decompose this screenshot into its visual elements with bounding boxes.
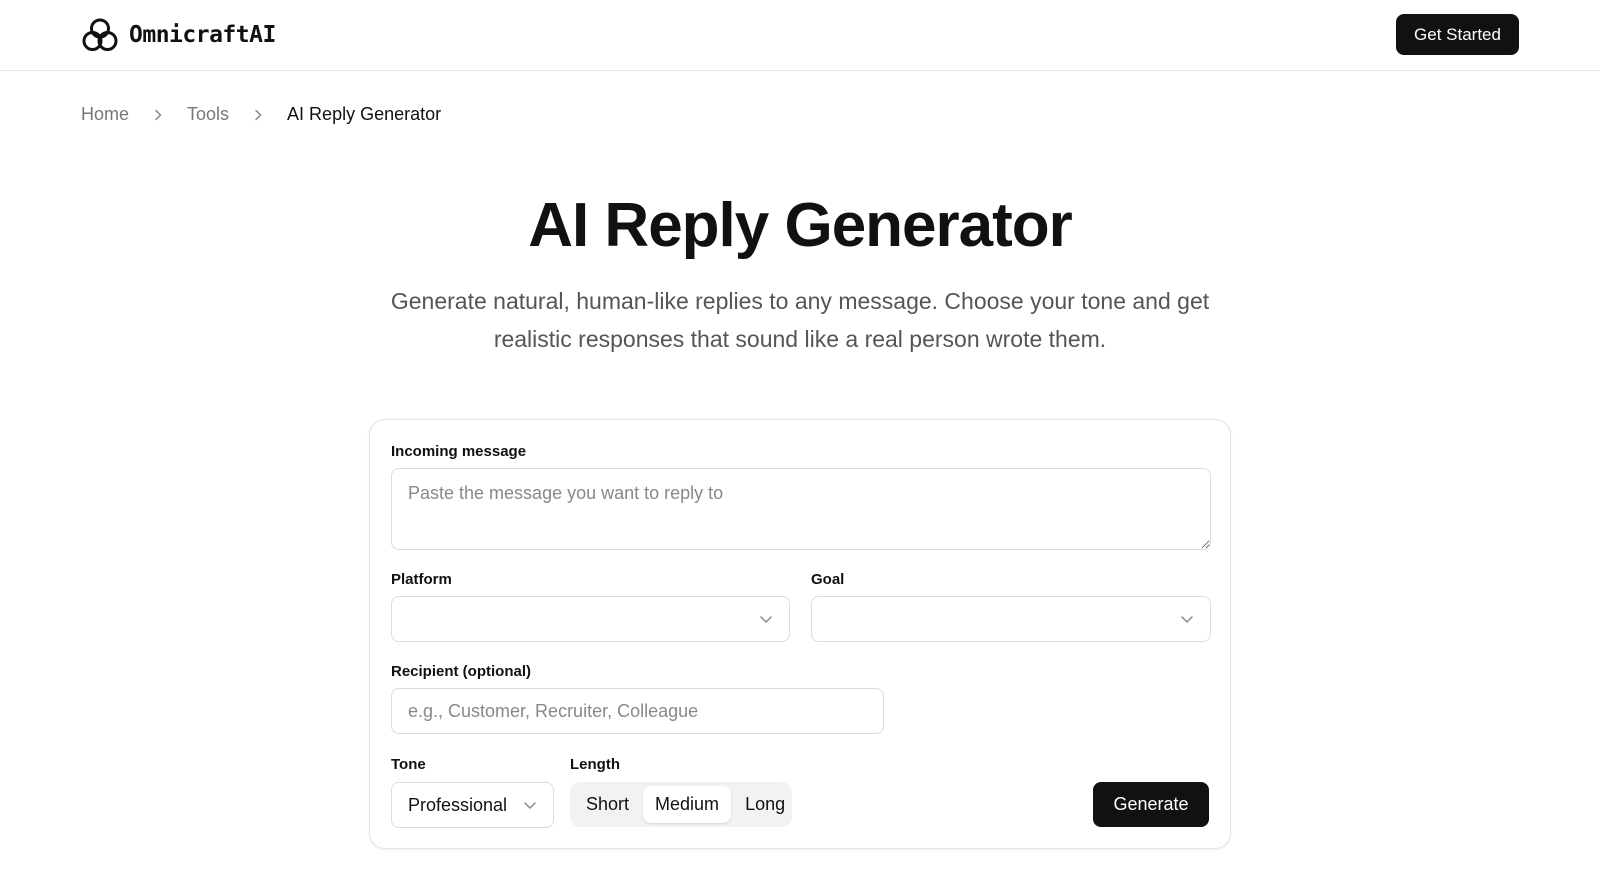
generate-button[interactable]: Generate (1093, 782, 1209, 827)
tone-label: Tone (391, 756, 426, 773)
tone-select[interactable]: Professional (391, 782, 554, 828)
chevron-down-icon (524, 802, 536, 809)
top-navbar: OmnicraftAI Get Started (0, 0, 1600, 71)
length-option-long[interactable]: Long (733, 786, 797, 823)
breadcrumb-current: AI Reply Generator (287, 104, 442, 124)
tone-value: Professional (408, 794, 508, 815)
brand-name: OmnicraftAI (129, 22, 276, 48)
breadcrumb: Home Tools AI Reply Generator (81, 104, 441, 125)
breadcrumb-tools[interactable]: Tools (187, 104, 229, 125)
length-option-medium[interactable]: Medium (643, 786, 732, 823)
recipient-input[interactable] (391, 688, 884, 734)
get-started-button[interactable]: Get Started (1396, 14, 1519, 55)
page-title: AI Reply Generator (528, 191, 1073, 260)
chevron-right-icon (143, 106, 173, 124)
chevron-down-icon (1181, 616, 1193, 623)
length-segmented-control: Short Medium Long (570, 782, 792, 827)
page-subtitle: Generate natural, human-like replies to … (390, 288, 1210, 352)
breadcrumb-home[interactable]: Home (81, 104, 129, 125)
length-option-short[interactable]: Short (574, 786, 641, 823)
length-label: Length (570, 756, 620, 773)
incoming-message-label: Incoming message (391, 443, 527, 460)
brand[interactable]: OmnicraftAI (81, 17, 276, 53)
platform-select[interactable] (391, 596, 790, 642)
goal-select[interactable] (811, 596, 1211, 642)
chevron-down-icon (760, 616, 772, 623)
recipient-label: Recipient (optional) (391, 663, 531, 680)
goal-label: Goal (811, 571, 845, 588)
interlocking-rings-logo-icon (82, 18, 118, 51)
chevron-right-icon (243, 106, 273, 124)
incoming-message-textarea[interactable] (391, 468, 1211, 550)
reply-generator-form: Incoming message Platform Goal Recipient… (369, 419, 1231, 849)
platform-label: Platform (391, 571, 452, 588)
